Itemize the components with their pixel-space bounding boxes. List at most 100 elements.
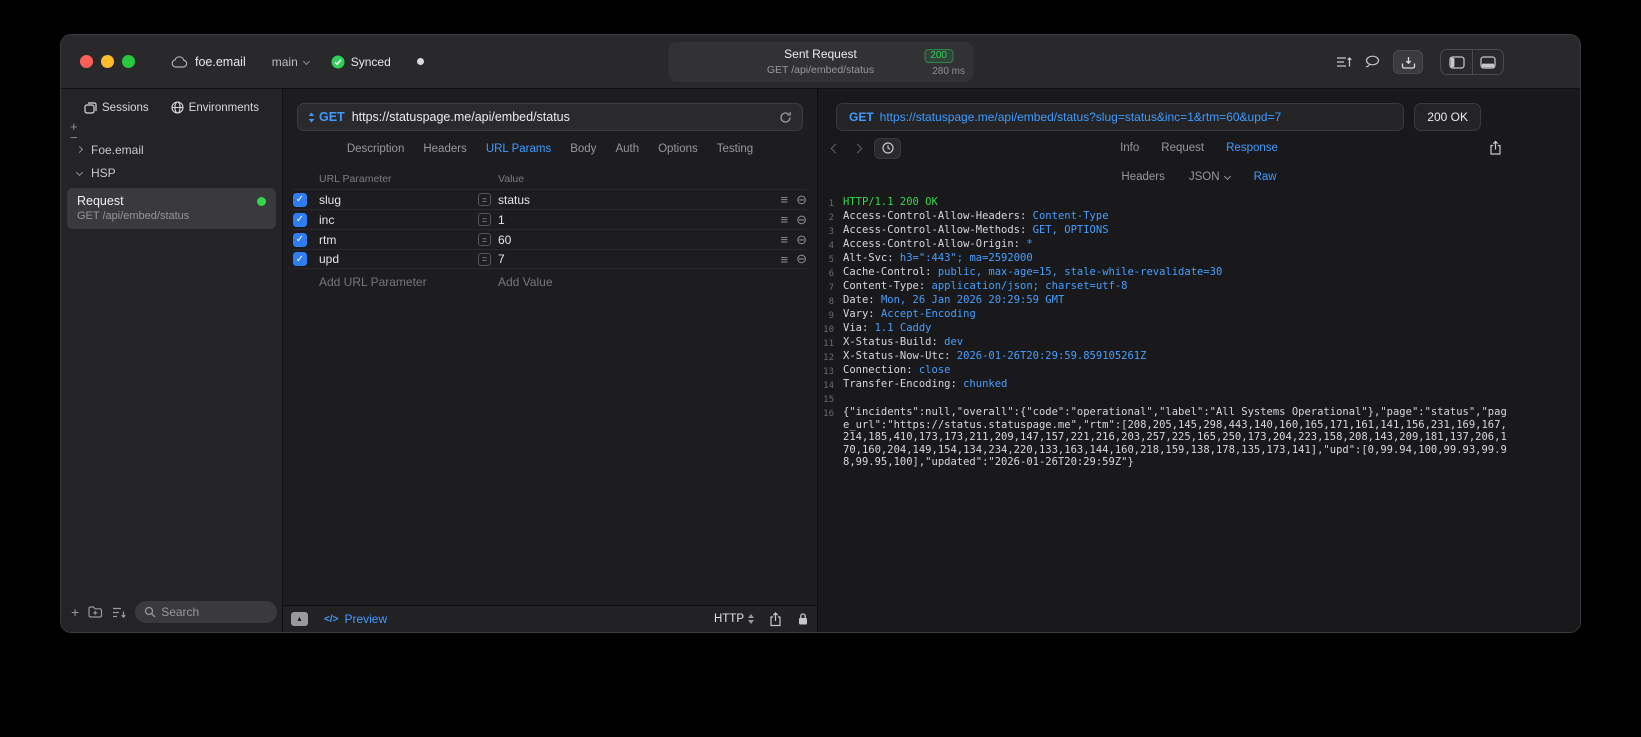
response-line: 7 Content-Type: application/json; charset… <box>818 280 1510 294</box>
add-request-button[interactable]: + <box>71 605 79 619</box>
branch-selector[interactable]: main <box>272 55 310 69</box>
reorder-handle-icon[interactable]: ≡ <box>781 212 789 227</box>
response-status-box: 200 OK <box>1414 103 1481 131</box>
line-text: X-Status-Build: dev <box>843 336 964 348</box>
remove-param-button[interactable]: ⊖ <box>796 192 807 208</box>
add-url-parameter-field[interactable]: Add URL Parameter <box>319 275 466 289</box>
app-window: foe.email main Synced Sent Request 200 G… <box>60 34 1581 633</box>
remove-session-button[interactable]: − <box>70 131 78 144</box>
updown-stepper-icon <box>748 614 754 624</box>
response-subtab-raw[interactable]: Raw <box>1254 171 1277 183</box>
remove-param-button[interactable]: ⊖ <box>796 212 807 228</box>
remove-param-button[interactable]: ⊖ <box>796 232 807 248</box>
toggle-left-panel-button[interactable] <box>1441 50 1472 74</box>
request-duration: 280 ms <box>932 66 965 77</box>
preview-label: Preview <box>344 612 388 626</box>
response-top-bar: GET https://statuspage.me/api/embed/stat… <box>836 103 1481 131</box>
export-response-icon[interactable] <box>1489 140 1502 156</box>
response-url-box[interactable]: GET https://statuspage.me/api/embed/stat… <box>836 103 1405 131</box>
equals-chip-icon: = <box>478 193 491 206</box>
param-enabled-checkbox[interactable]: ✓ <box>293 252 307 266</box>
sidebar-search[interactable] <box>135 601 277 623</box>
cloud-icon <box>171 55 188 68</box>
reorder-handle-icon[interactable]: ≡ <box>781 252 789 267</box>
unsaved-indicator-dot <box>416 58 424 65</box>
param-value[interactable]: 60 <box>498 233 511 247</box>
refresh-icon[interactable] <box>779 111 792 124</box>
reorder-handle-icon[interactable]: ≡ <box>781 192 789 207</box>
reorder-handle-icon[interactable]: ≡ <box>781 232 789 247</box>
response-tab-response[interactable]: Response <box>1226 142 1278 154</box>
request-tab-headers[interactable]: Headers <box>423 143 466 155</box>
method-selector[interactable]: GET <box>308 110 345 124</box>
sort-order-icon[interactable] <box>112 607 127 618</box>
preview-button[interactable]: </> Preview <box>324 612 387 626</box>
expand-panel-button[interactable]: ▲ <box>291 612 308 626</box>
param-name[interactable]: slug <box>319 193 466 207</box>
line-text: Transfer-Encoding: chunked <box>843 378 1008 390</box>
response-subtab-json[interactable]: JSON <box>1189 171 1231 183</box>
close-window-button[interactable] <box>80 55 93 68</box>
param-name[interactable]: upd <box>319 252 466 266</box>
line-number: 1 <box>828 198 834 209</box>
history-button[interactable] <box>874 137 901 159</box>
tab-environments-label: Environments <box>188 101 259 114</box>
param-value[interactable]: 1 <box>498 213 505 227</box>
sort-list-icon[interactable] <box>1336 56 1352 68</box>
response-line: 10 Via: 1.1 Caddy <box>818 322 1510 336</box>
request-tab-options[interactable]: Options <box>658 143 698 155</box>
back-icon[interactable] <box>830 143 841 153</box>
request-tab-url-params[interactable]: URL Params <box>486 143 551 155</box>
request-tab-auth[interactable]: Auth <box>615 143 639 155</box>
line-number: 15 <box>823 394 834 405</box>
request-tab-description[interactable]: Description <box>347 143 405 155</box>
request-pane: GET https://statuspage.me/api/embed/stat… <box>283 89 818 632</box>
response-url-text: https://statuspage.me/api/embed/status?s… <box>879 110 1282 124</box>
line-text <box>843 392 1510 406</box>
method-updown-icon <box>308 112 315 123</box>
param-enabled-checkbox[interactable]: ✓ <box>293 192 307 207</box>
param-enabled-checkbox[interactable]: ✓ <box>293 212 307 227</box>
response-subtab-headers[interactable]: Headers <box>1121 171 1164 183</box>
zoom-window-button[interactable] <box>122 55 135 68</box>
sidebar: Sessions Environments + − Foe.email HSP … <box>61 89 283 632</box>
param-enabled-checkbox[interactable]: ✓ <box>293 232 307 247</box>
sidebar-footer: + <box>71 601 277 623</box>
line-text: Date: Mon, 26 Jan 2026 20:29:59 GMT <box>843 294 1065 306</box>
request-tab-body[interactable]: Body <box>570 143 596 155</box>
param-value[interactable]: status <box>498 193 530 207</box>
param-value[interactable]: 7 <box>498 252 505 266</box>
import-tray-button[interactable] <box>1393 50 1423 74</box>
share-icon[interactable] <box>769 611 782 627</box>
response-tab-request[interactable]: Request <box>1161 142 1204 154</box>
tab-environments[interactable]: Environments <box>171 101 259 114</box>
minimize-window-button[interactable] <box>101 55 114 68</box>
lock-icon[interactable] <box>797 612 809 626</box>
sent-request-summary[interactable]: Sent Request 200 GET /api/embed/status 2… <box>668 42 973 82</box>
tree-item-foe-email[interactable]: Foe.email <box>75 138 282 161</box>
request-url-text[interactable]: https://statuspage.me/api/embed/status <box>352 110 772 124</box>
add-value-field[interactable]: Add Value <box>478 275 751 289</box>
new-folder-icon[interactable] <box>88 606 103 618</box>
remove-param-button[interactable]: ⊖ <box>796 251 807 267</box>
response-tab-info[interactable]: Info <box>1120 142 1139 154</box>
line-number: 6 <box>828 268 834 279</box>
line-number: 2 <box>828 212 834 223</box>
request-tab-testing[interactable]: Testing <box>717 143 753 155</box>
param-name[interactable]: rtm <box>319 233 466 247</box>
line-number: 10 <box>823 324 834 335</box>
tree-item-hsp[interactable]: HSP <box>75 161 282 184</box>
search-input[interactable] <box>161 605 268 619</box>
tab-sessions[interactable]: Sessions <box>84 101 149 114</box>
request-url-bar[interactable]: GET https://statuspage.me/api/embed/stat… <box>297 103 803 131</box>
protocol-selector[interactable]: HTTP <box>714 613 754 625</box>
param-name[interactable]: inc <box>319 213 466 227</box>
toggle-bottom-panel-button[interactable] <box>1472 50 1503 74</box>
forward-icon[interactable] <box>852 143 863 153</box>
lasso-icon[interactable] <box>1365 55 1380 69</box>
request-list-item-selected[interactable]: Request GET /api/embed/status <box>67 188 276 229</box>
project-selector[interactable]: foe.email <box>171 55 246 69</box>
status-badge: 200 <box>924 49 953 63</box>
param-row: ✓ slug = status ≡ ⊖ <box>293 189 807 209</box>
line-number: 3 <box>828 226 834 237</box>
